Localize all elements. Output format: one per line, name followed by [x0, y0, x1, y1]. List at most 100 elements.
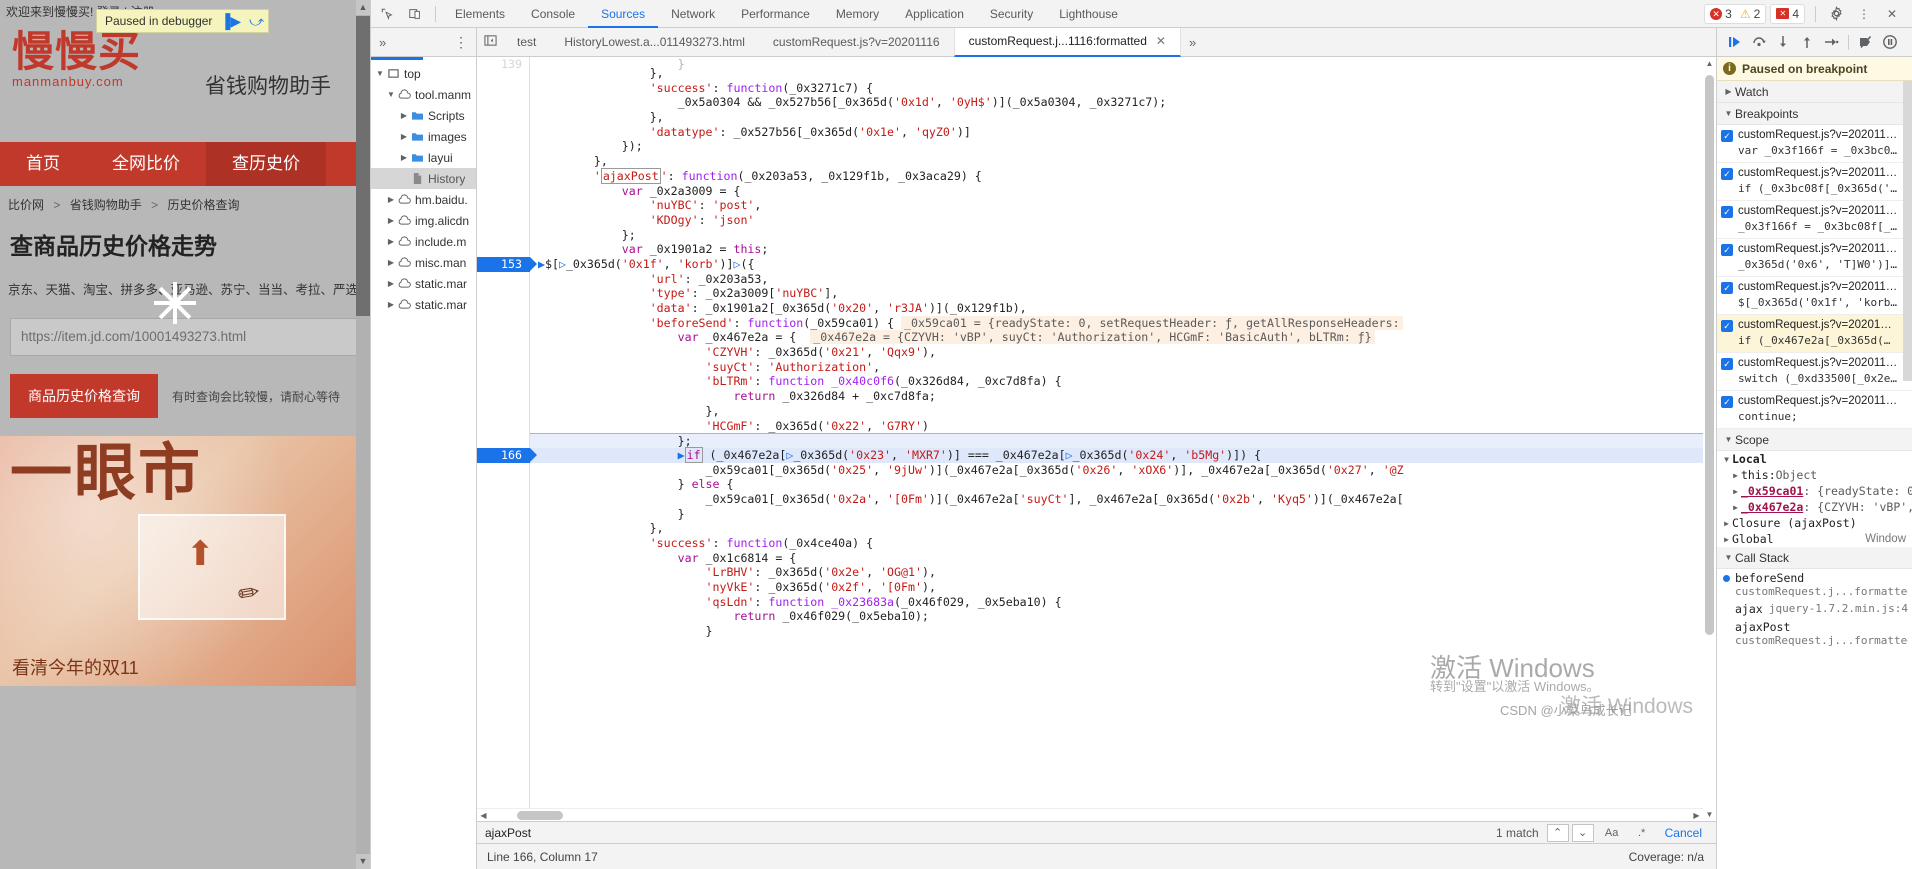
editor-hscroll-thumb[interactable]: [517, 811, 563, 820]
regex-icon[interactable]: .*: [1627, 824, 1657, 842]
editor-horizontal-scrollbar[interactable]: ◀ ▶: [477, 808, 1703, 821]
breakpoint-item-active[interactable]: ✓ customRequest.js?v=20201… if (_0x467e2…: [1717, 315, 1912, 353]
twisty-icon[interactable]: ▶: [398, 111, 410, 120]
tree-item-includem[interactable]: ▶ include.m: [371, 231, 476, 252]
callstack-item[interactable]: ajaxPost customRequest.j...formatted:15: [1717, 618, 1912, 649]
breakpoint-checkbox[interactable]: ✓: [1721, 130, 1733, 142]
editor-tab-historylowest[interactable]: HistoryLowest.a...011493273.html: [550, 28, 759, 57]
twisty-icon[interactable]: ▼: [374, 69, 386, 78]
editor-vscroll-thumb[interactable]: [1705, 75, 1714, 635]
twisty-icon[interactable]: ▶: [385, 258, 397, 267]
scope-item-closure[interactable]: ▶ Closure (ajaxPost): [1717, 515, 1912, 531]
twisty-icon[interactable]: ▶: [385, 195, 397, 204]
callstack-item[interactable]: ajax jquery-1.7.2.min.js:4: [1717, 600, 1912, 618]
search-input[interactable]: ajaxPost: [477, 822, 1488, 844]
breadcrumb-item-0[interactable]: 比价网: [8, 198, 44, 212]
chevron-right-icon[interactable]: ▶: [1721, 535, 1732, 544]
tab-performance[interactable]: Performance: [728, 0, 823, 28]
code-lines-container[interactable]: 139 } 140 }, 141 'success': function(_0x…: [477, 57, 1716, 821]
breakpoint-item[interactable]: ✓ customRequest.js?v=202011… switch (_0x…: [1717, 353, 1912, 391]
chevron-double-right-icon[interactable]: »: [379, 35, 386, 50]
breakpoint-item[interactable]: ✓ customRequest.js?v=202011… if (_0x3bc0…: [1717, 163, 1912, 201]
close-icon[interactable]: ✕: [1878, 1, 1906, 27]
scroll-down-arrow-icon[interactable]: ▼: [1703, 808, 1716, 821]
close-icon[interactable]: ✕: [1156, 28, 1166, 55]
match-case-icon[interactable]: Aa: [1597, 824, 1627, 842]
step-icon[interactable]: [1819, 30, 1843, 54]
code-editor[interactable]: 139 } 140 }, 141 'success': function(_0x…: [477, 57, 1716, 869]
breakpoint-item[interactable]: ✓ customRequest.js?v=202011… continue;: [1717, 391, 1912, 429]
editor-tab-customrequest[interactable]: customRequest.js?v=20201116: [759, 28, 954, 57]
tab-memory[interactable]: Memory: [823, 0, 892, 28]
tree-item-imgalicdn[interactable]: ▶ img.alicdn: [371, 210, 476, 231]
breakpoint-item[interactable]: ✓ customRequest.js?v=202011… _0x365d('0x…: [1717, 239, 1912, 277]
scope-item-local[interactable]: ▼ Local: [1717, 451, 1912, 467]
breakpoint-checkbox[interactable]: ✓: [1721, 206, 1733, 218]
nav-item-home[interactable]: 首页: [0, 142, 86, 186]
twisty-icon[interactable]: ▶: [385, 300, 397, 309]
scope-item-0x59ca01[interactable]: ▶ _0x59ca01 : {readyState: 0…: [1717, 483, 1912, 499]
navigator-kebab-menu-icon[interactable]: ⋮: [454, 34, 468, 51]
tree-item-miscman[interactable]: ▶ misc.man: [371, 252, 476, 273]
callstack-item-active[interactable]: beforeSend customRequest.j...formatted:1…: [1717, 569, 1912, 600]
device-toolbar-icon[interactable]: [401, 1, 429, 27]
editor-tab-customrequest-formatted[interactable]: customRequest.j...1116:formatted ✕: [954, 28, 1181, 57]
scope-item-this[interactable]: ▶ this: Object: [1717, 467, 1912, 483]
chevron-down-icon[interactable]: ▼: [1722, 553, 1735, 562]
cancel-button[interactable]: Cancel: [1657, 826, 1716, 840]
editor-tab-test[interactable]: test: [503, 28, 550, 57]
chevron-down-icon[interactable]: ▼: [1721, 455, 1732, 464]
chevron-down-icon[interactable]: ▼: [1722, 435, 1735, 444]
step-over-icon[interactable]: ⤻: [249, 13, 264, 30]
breakpoint-checkbox[interactable]: ✓: [1721, 396, 1733, 408]
resume-script-icon[interactable]: [1723, 30, 1747, 54]
tree-item-historylowest[interactable]: History: [371, 168, 476, 189]
line-number-execution[interactable]: 166: [477, 448, 530, 463]
breakpoint-checkbox[interactable]: ✓: [1721, 320, 1733, 332]
editor-vertical-scrollbar[interactable]: ▲ ▼: [1703, 57, 1716, 821]
sidebar-scrollbar-thumb[interactable]: [1903, 81, 1912, 381]
tab-application[interactable]: Application: [892, 0, 977, 28]
nav-item-history[interactable]: 查历史价: [206, 142, 326, 186]
gear-icon[interactable]: [1822, 1, 1850, 27]
promo-banner[interactable]: 一眼市 ⬆ ✏ 看清今年的双11: [0, 436, 370, 686]
kebab-menu-icon[interactable]: ⋮: [1850, 1, 1878, 27]
deactivate-breakpoints-icon[interactable]: [1854, 30, 1878, 54]
twisty-icon[interactable]: ▶: [385, 279, 397, 288]
tab-security[interactable]: Security: [977, 0, 1046, 28]
breadcrumb-item-1[interactable]: 省钱购物助手: [70, 198, 142, 212]
scroll-down-arrow-icon[interactable]: ▼: [356, 854, 370, 869]
pause-on-exceptions-icon[interactable]: [1878, 30, 1902, 54]
page-scrollbar[interactable]: ▲ ▼: [356, 0, 370, 869]
error-warning-counter[interactable]: ✕ 3 ⚠ 2: [1704, 4, 1766, 24]
breakpoint-item[interactable]: ✓ customRequest.js?v=202011… _0x3f166f =…: [1717, 201, 1912, 239]
twisty-icon[interactable]: ▶: [398, 132, 410, 141]
twisty-icon[interactable]: ▼: [385, 90, 397, 99]
chevron-right-icon[interactable]: ▶: [1730, 503, 1741, 512]
breakpoint-checkbox[interactable]: ✓: [1721, 282, 1733, 294]
tree-item-top[interactable]: ▼ top: [371, 63, 476, 84]
scroll-up-arrow-icon[interactable]: ▲: [356, 0, 370, 15]
twisty-icon[interactable]: ▶: [398, 153, 410, 162]
resume-icon[interactable]: ▐▶: [220, 13, 241, 30]
chevron-down-icon[interactable]: ▼: [1722, 109, 1735, 118]
tree-item-hmbaidu[interactable]: ▶ hm.baidu.: [371, 189, 476, 210]
breakpoint-checkbox[interactable]: ✓: [1721, 244, 1733, 256]
tree-item-scripts[interactable]: ▶ Scripts: [371, 105, 476, 126]
scope-section-header[interactable]: ▼ Scope: [1717, 429, 1912, 451]
tab-network[interactable]: Network: [658, 0, 728, 28]
breakpoint-checkbox[interactable]: ✓: [1721, 358, 1733, 370]
line-number-breakpoint[interactable]: 153: [477, 257, 530, 272]
page-scrollbar-thumb[interactable]: [356, 16, 370, 316]
chevron-right-icon[interactable]: ▶: [1730, 487, 1741, 496]
scope-item-0x467e2a[interactable]: ▶ _0x467e2a : {CZYVH: 'vBP',…: [1717, 499, 1912, 515]
nav-item-compare[interactable]: 全网比价: [86, 142, 206, 186]
tab-lighthouse[interactable]: Lighthouse: [1046, 0, 1131, 28]
sidebar-scrollbar[interactable]: [1903, 81, 1912, 869]
scroll-up-arrow-icon[interactable]: ▲: [1703, 57, 1716, 70]
scope-item-global[interactable]: ▶ Global Window: [1717, 531, 1912, 547]
message-counter[interactable]: ✕ 4: [1770, 4, 1805, 24]
breakpoint-item[interactable]: ✓ customRequest.js?v=202011… var _0x3f16…: [1717, 125, 1912, 163]
breakpoint-item[interactable]: ✓ customRequest.js?v=202011… $[_0x365d('…: [1717, 277, 1912, 315]
chevron-right-icon[interactable]: ▶: [1721, 519, 1732, 528]
